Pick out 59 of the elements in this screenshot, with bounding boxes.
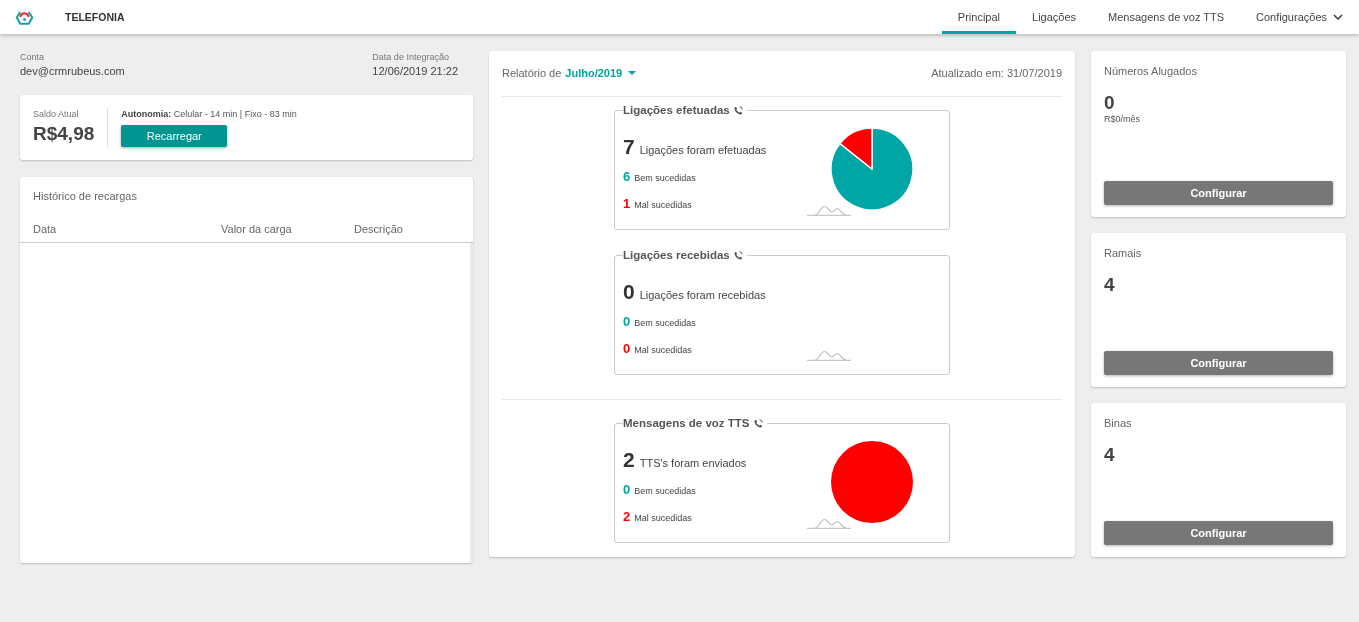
card-subtext: R$0/mês: [1104, 113, 1141, 125]
card-title: Números Alugados: [1104, 64, 1198, 79]
autonomy-text: Autonomia: Celular - 14 min | Fixo - 83 min: [121, 108, 297, 120]
configure-button[interactable]: Configurar: [1104, 181, 1333, 205]
stat-count: 6: [623, 168, 631, 186]
card-title: Binas: [1104, 416, 1133, 431]
total-count: 2: [623, 447, 635, 473]
curve-icon: [807, 517, 851, 529]
period-dropdown[interactable]: Julho/2019: [565, 64, 637, 82]
stat-count: 2: [623, 508, 631, 526]
total-label: Ligações foram efetuadas: [639, 143, 767, 158]
phone-icon: [733, 105, 743, 115]
nav-tab[interactable]: Mensagens de voz TTS: [1092, 0, 1241, 34]
card-value: 0: [1104, 93, 1116, 113]
stat-label: Bem sucedidas: [634, 317, 696, 330]
stat-label: Bem sucedidas: [634, 172, 696, 185]
stat-label: Bem sucedidas: [634, 485, 696, 498]
curve-icon: [807, 204, 851, 216]
caret-down-icon: [628, 71, 637, 75]
integration-date-label: Data de Integração: [372, 51, 450, 63]
panel-title: Ligações recebidas: [623, 248, 730, 263]
column-header: Valor da carga: [221, 222, 292, 237]
total-count: 0: [623, 279, 635, 305]
app-title: TELEFONIA: [65, 11, 125, 23]
recharge-button[interactable]: Recarregar: [121, 125, 228, 147]
updated-date: Atualizado em: 31/07/2019: [931, 66, 1062, 81]
stat-label: Mal sucedidas: [634, 344, 692, 357]
configure-button[interactable]: Configurar: [1104, 521, 1333, 545]
panel-title: Ligações efetuadas: [623, 103, 730, 118]
balance-label: Saldo Atual: [33, 108, 80, 120]
nav-tab[interactable]: Principal: [941, 0, 1017, 34]
stat-count: 1: [623, 195, 631, 213]
integration-date: 12/06/2019 21:22: [372, 64, 458, 79]
report-label: Relatório de: [502, 66, 562, 81]
phone-icon: [753, 418, 763, 428]
curve-icon: [807, 349, 851, 361]
balance-amount: R$4,98: [33, 122, 95, 146]
phone-icon: [733, 250, 743, 260]
stat-count: 0: [623, 340, 631, 358]
column-header: Data: [33, 222, 57, 237]
account-email: dev@crmrubeus.com: [20, 64, 125, 79]
configure-button[interactable]: Configurar: [1104, 351, 1333, 375]
account-label: Conta: [20, 51, 46, 63]
stat-count: 0: [623, 481, 631, 499]
panel-title: Mensagens de voz TTS: [623, 416, 750, 431]
nav-tab[interactable]: Ligações: [1016, 0, 1093, 34]
nav-tab[interactable]: Configurações: [1240, 0, 1359, 34]
stat-count: 0: [623, 313, 631, 331]
total-label: Ligações foram recebidas: [639, 288, 766, 303]
stat-label: Mal sucedidas: [634, 512, 692, 525]
total-count: 7: [623, 134, 635, 160]
card-value: 4: [1104, 445, 1116, 465]
chevron-down-icon: [1333, 14, 1343, 20]
history-title: Histórico de recargas: [32, 189, 138, 204]
column-header: Descrição: [354, 222, 403, 237]
card-value: 4: [1104, 275, 1116, 295]
card-title: Ramais: [1104, 246, 1143, 261]
total-label: TTS's foram enviados: [639, 456, 747, 471]
stat-label: Mal sucedidas: [634, 199, 692, 212]
